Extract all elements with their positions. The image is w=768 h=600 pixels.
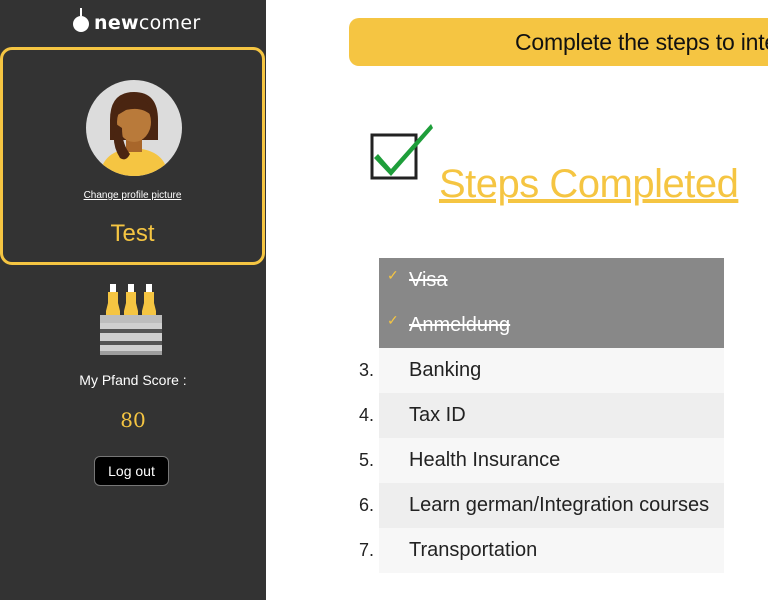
checkmark-icon: ✓ — [387, 312, 399, 328]
logout-button[interactable]: Log out — [94, 456, 169, 486]
step-cell: Tax ID — [379, 393, 724, 438]
step-item-tax-id[interactable]: 4. Tax ID — [352, 393, 724, 438]
step-cell: Banking — [379, 348, 724, 393]
profile-card: Change profile picture Test — [0, 47, 265, 265]
step-label: Transportation — [409, 539, 538, 561]
pfand-score-label: My Pfand Score : — [79, 372, 187, 388]
logo-text: newcomer — [94, 12, 201, 34]
step-number: 4. — [358, 405, 374, 425]
banner-text: Complete the steps to integ — [515, 29, 768, 55]
avatar-icon — [86, 80, 182, 176]
checkbox-check-icon — [369, 120, 435, 182]
step-item-integration-courses[interactable]: 6. Learn german/Integration courses — [352, 483, 724, 528]
steps-completed-title: Steps Completed — [439, 162, 739, 206]
newcomer-logo[interactable]: newcomer — [72, 6, 200, 40]
change-profile-picture-link[interactable]: Change profile picture — [3, 190, 262, 201]
instruction-banner: Complete the steps to integ — [349, 18, 768, 66]
step-item-visa[interactable]: ✓ Visa — [352, 258, 724, 303]
pfand-score-value: 80 — [120, 408, 146, 432]
step-item-banking[interactable]: 3. Banking — [352, 348, 724, 393]
step-number: 7. — [358, 540, 374, 560]
step-item-health-insurance[interactable]: 5. Health Insurance — [352, 438, 724, 483]
steps-list: ✓ Visa ✓ Anmeldung 3. Banking 4. Tax ID … — [352, 258, 724, 573]
step-number — [352, 258, 374, 303]
step-cell: ✓ Visa — [379, 258, 724, 303]
step-number: 5. — [358, 450, 374, 470]
sidebar: newcomer Change profile picture Test My … — [0, 0, 266, 600]
step-label: Banking — [409, 359, 482, 381]
step-cell: Health Insurance — [379, 438, 724, 483]
step-cell: Transportation — [379, 528, 724, 573]
beer-crate-icon — [96, 281, 166, 357]
profile-name: Test — [110, 220, 155, 247]
step-number: 6. — [358, 495, 374, 515]
step-label: Visa — [409, 269, 448, 291]
step-item-anmeldung[interactable]: ✓ Anmeldung — [352, 303, 724, 348]
step-label: Health Insurance — [409, 449, 561, 471]
step-label: Learn german/Integration courses — [409, 494, 710, 516]
step-number: 3. — [358, 360, 374, 380]
lightbulb-icon — [72, 8, 90, 38]
step-label: Anmeldung — [409, 314, 511, 336]
step-cell: ✓ Anmeldung — [379, 303, 724, 348]
step-number — [352, 303, 374, 348]
step-cell: Learn german/Integration courses — [379, 483, 724, 528]
step-item-transportation[interactable]: 7. Transportation — [352, 528, 724, 573]
step-label: Tax ID — [409, 404, 466, 426]
checkmark-icon: ✓ — [387, 267, 399, 283]
